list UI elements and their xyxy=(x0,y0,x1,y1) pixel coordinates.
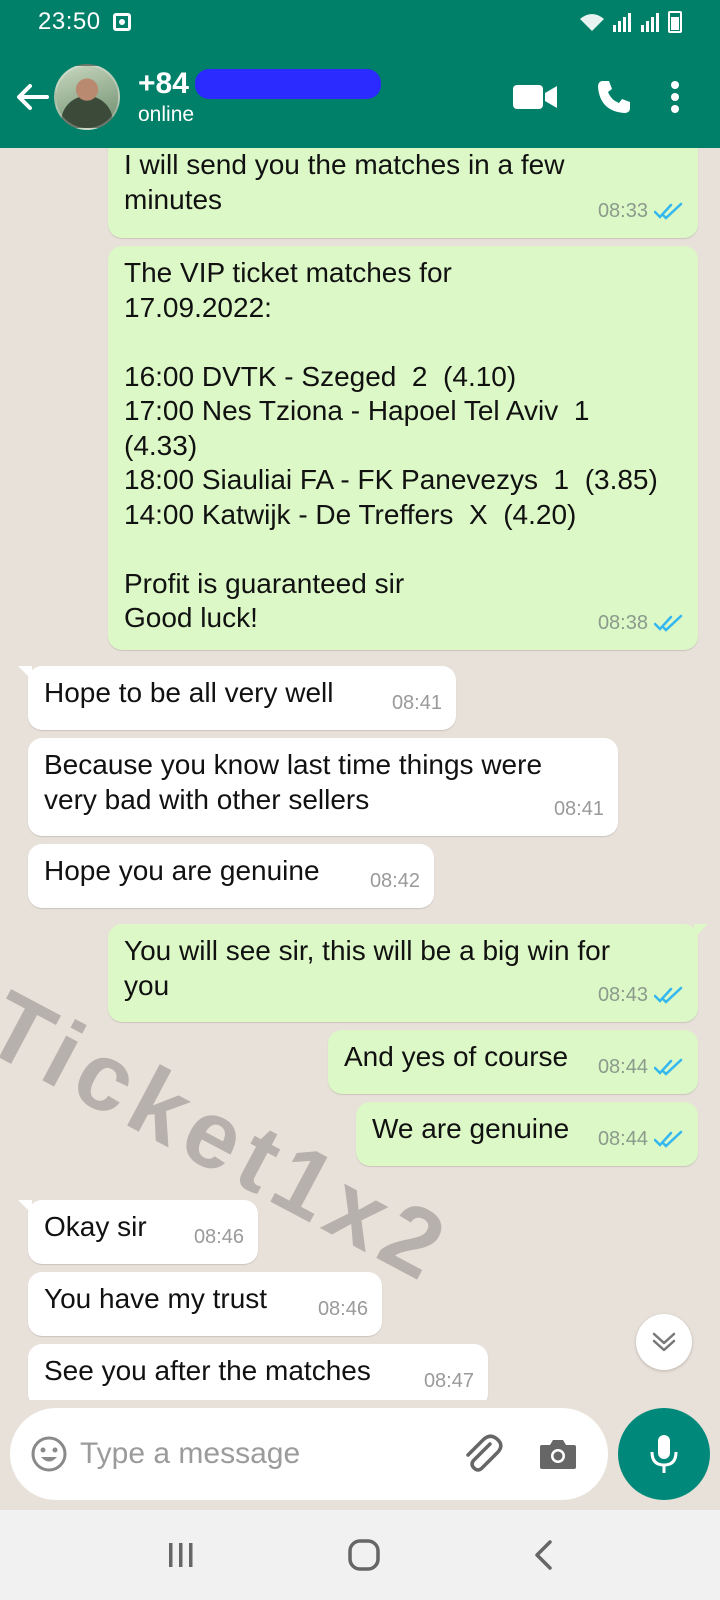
message-text: Hope to be all very well xyxy=(44,677,334,708)
signal-icon xyxy=(613,13,631,32)
message-time: 08:41 xyxy=(391,691,442,714)
double-check-icon xyxy=(654,614,683,632)
system-navigation-bar xyxy=(0,1510,720,1600)
message-text: Because you know last time things were v… xyxy=(44,749,543,815)
message-text: The VIP ticket matches for 17.09.2022: 1… xyxy=(124,257,658,633)
message-bubble-incoming[interactable]: Okay sir 08:46 xyxy=(18,1200,258,1264)
status-indicators xyxy=(578,11,682,33)
more-options-button[interactable] xyxy=(670,80,680,114)
microphone-icon xyxy=(650,1435,678,1473)
more-vertical-icon xyxy=(671,81,679,113)
message-bubble-incoming[interactable]: Hope you are genuine 08:42 xyxy=(28,844,434,908)
message-time: 08:44 xyxy=(597,1055,648,1078)
message-input[interactable]: Type a message xyxy=(80,1437,460,1471)
emoji-icon[interactable] xyxy=(30,1435,68,1473)
message-bubble-incoming[interactable]: Hope to be all very well 08:41 xyxy=(18,666,456,730)
message-meta: 08:44 xyxy=(598,1122,684,1157)
contact-info[interactable]: +84 online xyxy=(138,67,381,127)
message-list[interactable]: I will send you the matches in a few min… xyxy=(0,148,720,1400)
status-time: 23:50 xyxy=(38,8,101,35)
message-meta: 08:46 xyxy=(194,1220,244,1255)
wifi-icon xyxy=(580,14,604,31)
message-time: 08:43 xyxy=(597,983,648,1006)
phone-icon xyxy=(598,81,630,113)
message-bubble-outgoing[interactable]: And yes of course 08:44 xyxy=(328,1030,698,1094)
battery-icon xyxy=(668,11,682,33)
voice-message-button[interactable] xyxy=(618,1408,710,1500)
message-bubble-outgoing[interactable]: You will see sir, this will be a big win… xyxy=(108,924,708,1022)
message-bubble-incoming[interactable]: See you after the matches 08:47 xyxy=(28,1344,488,1400)
avatar[interactable] xyxy=(54,64,120,130)
message-time: 08:41 xyxy=(553,797,604,820)
message-text: See you after the matches xyxy=(44,1355,371,1386)
paperclip-icon[interactable] xyxy=(460,1432,504,1476)
home-icon[interactable] xyxy=(347,1538,381,1572)
video-camera-icon xyxy=(513,85,557,109)
signal-icon xyxy=(641,13,659,32)
arrow-left-icon xyxy=(17,84,49,110)
redaction-mark xyxy=(194,69,381,99)
message-bubble-outgoing[interactable]: We are genuine 08:44 xyxy=(356,1102,698,1166)
message-time: 08:44 xyxy=(597,1127,648,1150)
contact-name: +84 xyxy=(138,67,189,100)
contact-name-row: +84 xyxy=(138,67,381,101)
screen-record-icon xyxy=(112,13,131,31)
header-actions xyxy=(512,79,680,115)
chat-header: 23:50 +84 online xyxy=(0,0,720,148)
message-bubble-incoming[interactable]: You have my trust 08:46 xyxy=(28,1272,382,1336)
contact-status: online xyxy=(138,103,195,126)
double-check-icon xyxy=(654,1058,683,1076)
recent-apps-icon[interactable] xyxy=(166,1541,196,1569)
double-check-icon xyxy=(654,986,683,1004)
double-check-icon xyxy=(654,202,683,220)
message-meta: 08:38 xyxy=(598,606,684,641)
message-meta: 08:43 xyxy=(598,978,684,1013)
message-text: Hope you are genuine xyxy=(44,855,320,886)
status-bar: 23:50 xyxy=(0,0,720,44)
message-meta: 08:33 xyxy=(598,194,684,229)
voice-call-button[interactable] xyxy=(596,79,632,115)
message-time: 08:46 xyxy=(193,1225,244,1248)
message-meta: 08:47 xyxy=(424,1364,474,1399)
message-meta: 08:44 xyxy=(598,1050,684,1085)
camera-icon[interactable] xyxy=(538,1437,578,1471)
message-time: 08:42 xyxy=(369,869,420,892)
chat-topbar: +84 online xyxy=(0,52,720,142)
message-meta: 08:42 xyxy=(370,864,420,899)
message-bubble-incoming[interactable]: Because you know last time things were v… xyxy=(28,738,618,836)
message-time: 08:46 xyxy=(317,1297,368,1320)
back-icon[interactable] xyxy=(532,1539,554,1571)
double-check-icon xyxy=(654,1130,683,1148)
message-meta: 08:41 xyxy=(392,686,442,721)
message-bubble-outgoing[interactable]: The VIP ticket matches for 17.09.2022: 1… xyxy=(108,246,698,650)
message-meta: 08:41 xyxy=(554,792,604,827)
chevron-double-down-icon xyxy=(652,1332,676,1352)
message-composer[interactable]: Type a message xyxy=(10,1408,608,1500)
message-time: 08:47 xyxy=(423,1369,474,1392)
scroll-to-bottom-button[interactable] xyxy=(636,1314,692,1370)
video-call-button[interactable] xyxy=(512,82,558,112)
message-bubble-outgoing[interactable]: I will send you the matches in a few min… xyxy=(108,148,698,238)
message-meta: 08:46 xyxy=(318,1292,368,1327)
composer-actions xyxy=(460,1432,578,1476)
message-time: 08:33 xyxy=(597,199,648,222)
message-time: 08:38 xyxy=(597,611,648,634)
